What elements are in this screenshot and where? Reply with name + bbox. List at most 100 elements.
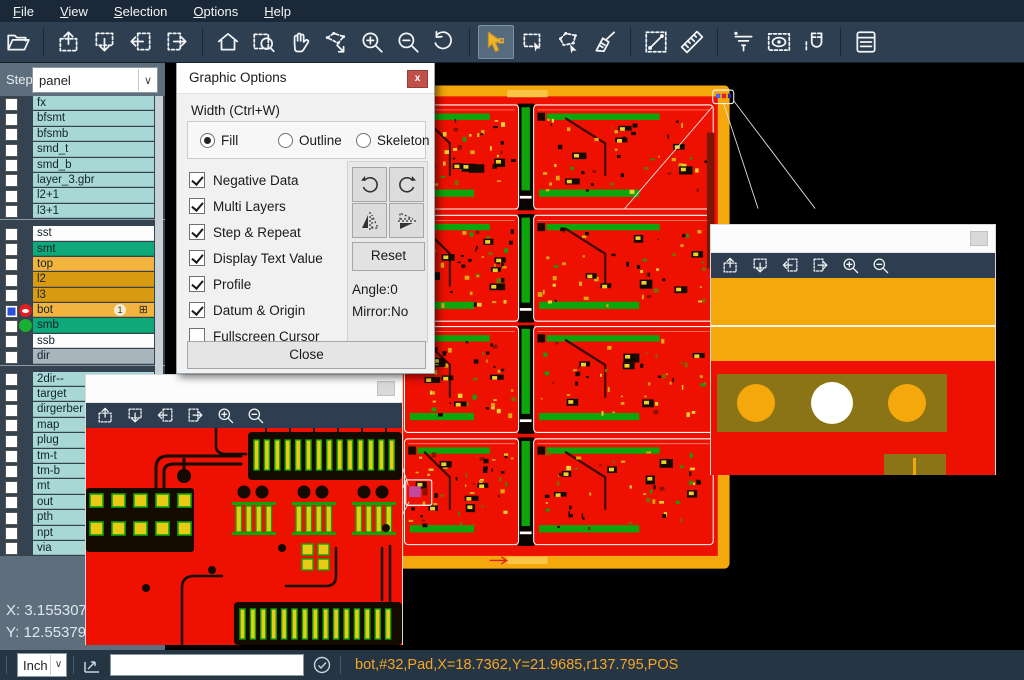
checkbox-datum-origin[interactable]: Datum & Origin [189,297,323,323]
layer-name[interactable]: bot1⊞ [33,303,154,317]
zoom-in-button[interactable] [837,255,863,277]
checkbox-icon[interactable] [189,172,205,188]
checkbox-multi-layers[interactable]: Multi Layers [189,193,323,219]
layer-row-bot[interactable]: bot1⊞ [0,303,165,318]
zoom-in-button[interactable] [355,26,389,58]
zoom-in-button[interactable] [212,405,238,427]
layer-visibility-checkbox[interactable] [5,512,18,525]
layer-row-smb[interactable]: smb [0,318,165,333]
radio-fill[interactable]: Fill [200,133,266,148]
layer-name[interactable]: ssb [33,334,154,348]
step-dropdown[interactable]: panel ∨ [32,67,158,93]
layer-name[interactable]: top [33,257,154,271]
graphic-options-dialog[interactable]: Graphic Options x Width (Ctrl+W) FillOut… [176,62,435,374]
menu-help[interactable]: Help [251,4,304,19]
checkbox-icon[interactable] [189,198,205,214]
menu-view[interactable]: View [47,4,101,19]
layer-visibility-checkbox[interactable] [5,465,18,478]
layer-name[interactable]: l2+1 [33,188,154,202]
layer-row-dir[interactable]: dir [0,349,165,364]
checkbox-icon[interactable] [189,302,205,318]
layer-active-indicator[interactable] [19,319,32,332]
corner-snap-icon[interactable] [80,653,104,677]
layer-name[interactable]: bfsmb [33,127,154,141]
layer-visibility-checkbox[interactable] [5,450,18,463]
layer-table-button[interactable] [849,26,883,58]
layer-visibility-checkbox[interactable] [5,243,18,256]
chevron-down-icon[interactable]: ∨ [50,655,66,675]
layer-row-smd_t[interactable]: smd_t [0,142,165,157]
layer-row-bfsmb[interactable]: bfsmb [0,127,165,142]
zoom-window-button[interactable] [247,26,281,58]
select-cursor-button[interactable] [478,25,514,59]
layer-name[interactable]: sst [33,226,154,240]
layer-visibility-checkbox[interactable] [5,481,18,494]
chevron-down-icon[interactable]: ∨ [138,69,157,91]
magnifier-close-button[interactable] [970,231,988,246]
layer-visibility-checkbox[interactable] [5,373,18,386]
radio-icon[interactable] [278,133,293,148]
layer-visibility-checkbox[interactable] [5,205,18,218]
rotate-ccw-button[interactable] [389,167,424,202]
menu-options[interactable]: Options [180,4,251,19]
refresh-circle-icon[interactable] [310,653,334,677]
layer-visibility-checkbox[interactable] [5,258,18,271]
layer-row-smt[interactable]: smt [0,242,165,257]
magnifier-titlebar[interactable] [711,225,995,253]
radio-icon[interactable] [200,133,215,148]
menu-file[interactable]: File [0,4,47,19]
pan-left-button[interactable] [777,255,803,277]
layer-name[interactable]: l3 [33,288,154,302]
layer-name[interactable]: smb [33,318,154,332]
magnifier-window-top-right[interactable] [710,224,996,475]
select-polygon-button[interactable] [552,26,586,58]
radio-skeleton[interactable]: Skeleton [356,133,422,148]
layer-name[interactable]: smt [33,242,154,256]
layer-name[interactable]: dir [33,349,154,363]
layer-name[interactable]: bfsmt [33,111,154,125]
zoom-out-button[interactable] [391,26,425,58]
radio-icon[interactable] [356,133,371,148]
close-icon[interactable]: x [407,70,428,88]
layer-visibility-checkbox[interactable] [5,98,18,111]
pan-hand-button[interactable] [283,26,317,58]
layer-row-l2[interactable]: l2 [0,272,165,287]
zoom-out-button[interactable] [242,405,268,427]
clean-brush-button[interactable] [588,26,622,58]
pan-down-button[interactable] [747,255,773,277]
pan-up-button[interactable] [52,26,86,58]
layer-row-bfsmt[interactable]: bfsmt [0,111,165,126]
radio-outline[interactable]: Outline [278,133,344,148]
snap-magnet-button[interactable] [798,26,832,58]
unit-dropdown[interactable]: Inch ∨ [17,653,67,677]
select-rect-button[interactable] [516,26,550,58]
checkbox-icon[interactable] [189,250,205,266]
layer-visibility-checkbox[interactable] [5,159,18,172]
layer-name[interactable]: layer_3.gbr [33,173,154,187]
mirror-horizontal-button[interactable] [352,203,387,238]
checkbox-display-text-value[interactable]: Display Text Value [189,245,323,271]
command-input[interactable] [110,654,304,676]
layer-active-indicator[interactable] [19,304,32,317]
layer-row-layer_3.gbr[interactable]: layer_3.gbr [0,173,165,188]
layer-visibility-checkbox[interactable] [5,389,18,402]
checkbox-step-repeat[interactable]: Step & Repeat [189,219,323,245]
layer-visibility-checkbox[interactable] [5,542,18,555]
checkbox-icon[interactable] [189,224,205,240]
mirror-vertical-button[interactable] [389,203,424,238]
zoom-previous-button[interactable] [427,26,461,58]
layer-name[interactable]: smd_t [33,142,154,156]
layer-visibility-checkbox[interactable] [5,305,18,318]
reset-button[interactable]: Reset [352,242,425,271]
layer-visibility-checkbox[interactable] [5,435,18,448]
menu-selection[interactable]: Selection [101,4,180,19]
pan-right-button[interactable] [160,26,194,58]
layer-row-l3+1[interactable]: l3+1 [0,204,165,219]
zoom-out-button[interactable] [867,255,893,277]
layer-visibility-checkbox[interactable] [5,190,18,203]
pan-right-button[interactable] [182,405,208,427]
layer-name[interactable]: l3+1 [33,204,154,218]
pan-right-button[interactable] [807,255,833,277]
layer-visibility-checkbox[interactable] [5,174,18,187]
layer-name[interactable]: fx [33,96,154,110]
